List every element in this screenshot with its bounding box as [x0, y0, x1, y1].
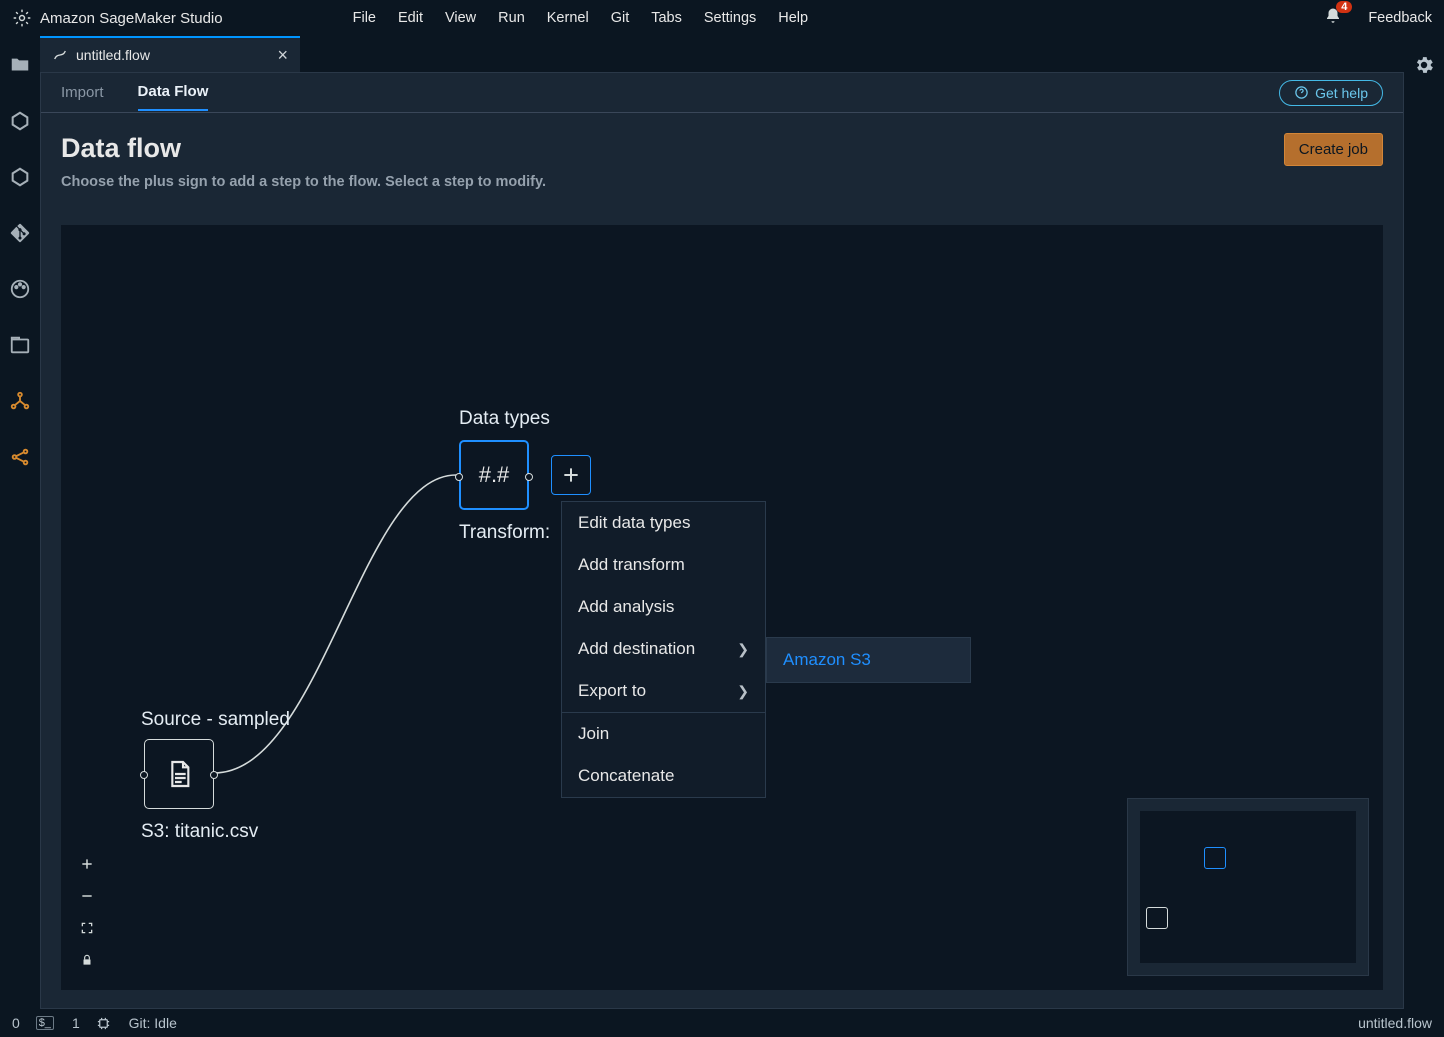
- add-step-button[interactable]: [551, 455, 591, 495]
- lock-view-button[interactable]: [73, 944, 101, 976]
- node-context-menu: Edit data types Add transform Add analys…: [561, 501, 766, 798]
- flow-file-icon: [52, 47, 68, 63]
- menu-help[interactable]: Help: [778, 10, 808, 26]
- editor-subtabs: Import Data Flow Get help: [41, 73, 1403, 113]
- menu-add-transform[interactable]: Add transform: [562, 544, 765, 586]
- aws-logo-icon: [12, 8, 32, 28]
- page-header: Data flow Choose the plus sign to add a …: [41, 113, 1403, 204]
- page-title: Data flow: [61, 133, 546, 164]
- minimap-node-datatypes: [1204, 847, 1226, 869]
- status-kernel-count-0[interactable]: 0 $_: [12, 1015, 54, 1031]
- zoom-in-button[interactable]: [73, 848, 101, 880]
- zoom-out-button[interactable]: [73, 880, 101, 912]
- node-datatypes-subtitle: Transform:: [459, 522, 550, 544]
- settings-gear-icon[interactable]: [1413, 54, 1435, 81]
- top-menubar: Amazon SageMaker Studio File Edit View R…: [0, 0, 1444, 36]
- close-tab-icon[interactable]: ×: [277, 45, 288, 66]
- menu-join[interactable]: Join: [562, 712, 765, 755]
- menu-settings[interactable]: Settings: [704, 10, 756, 26]
- cpu-icon: [96, 1016, 111, 1031]
- left-activity-bar: [0, 36, 40, 1009]
- create-job-button[interactable]: Create job: [1284, 133, 1383, 166]
- menu-add-destination[interactable]: Add destination❯: [562, 628, 765, 670]
- menu-git[interactable]: Git: [611, 10, 630, 26]
- plus-icon: [561, 465, 581, 485]
- file-tab-label: untitled.flow: [76, 47, 150, 63]
- status-git[interactable]: Git: Idle: [129, 1015, 177, 1031]
- menu-run[interactable]: Run: [498, 10, 525, 26]
- source-input-port[interactable]: [140, 771, 148, 779]
- tab-import[interactable]: Import: [61, 75, 104, 110]
- menu-file[interactable]: File: [353, 10, 376, 26]
- hexagon-icon[interactable]: [9, 110, 31, 132]
- chevron-right-icon: ❯: [737, 641, 749, 658]
- menu-kernel[interactable]: Kernel: [547, 10, 589, 26]
- node-source[interactable]: [144, 739, 214, 809]
- node-source-title: Source - sampled: [141, 709, 290, 731]
- right-activity-bar: [1404, 36, 1444, 1009]
- source-output-port[interactable]: [210, 771, 218, 779]
- menu-concatenate[interactable]: Concatenate: [562, 755, 765, 797]
- main-menu: File Edit View Run Kernel Git Tabs Setti…: [353, 10, 808, 26]
- add-destination-submenu: Amazon S3: [766, 637, 971, 683]
- file-tab-untitled-flow[interactable]: untitled.flow ×: [40, 36, 300, 72]
- app-title: Amazon SageMaker Studio: [40, 10, 223, 27]
- edge-source-to-datatypes: [61, 225, 561, 925]
- git-icon[interactable]: [9, 222, 31, 244]
- submenu-amazon-s3[interactable]: Amazon S3: [767, 638, 970, 682]
- fit-view-button[interactable]: [73, 912, 101, 944]
- datatypes-output-port[interactable]: [525, 473, 533, 481]
- node-datatypes-title: Data types: [459, 408, 550, 430]
- palette-icon[interactable]: [9, 278, 31, 300]
- flow-canvas[interactable]: Source - sampled S3: titanic.csv Data ty…: [61, 225, 1383, 990]
- status-filename: untitled.flow: [1358, 1015, 1432, 1031]
- notification-count-badge: 4: [1336, 1, 1352, 13]
- menu-add-analysis[interactable]: Add analysis: [562, 586, 765, 628]
- datatypes-input-port[interactable]: [455, 473, 463, 481]
- get-help-button[interactable]: Get help: [1279, 80, 1383, 106]
- share-orange-icon[interactable]: [9, 446, 31, 468]
- menu-view[interactable]: View: [445, 10, 476, 26]
- document-icon: [163, 758, 195, 790]
- help-icon: [1294, 85, 1309, 100]
- folder-icon[interactable]: [9, 54, 31, 76]
- menu-export-to[interactable]: Export to❯: [562, 670, 765, 712]
- file-tab-strip: untitled.flow ×: [40, 36, 1404, 72]
- status-kernel-count-1[interactable]: 1: [72, 1015, 111, 1031]
- datatypes-glyph: #.#: [479, 462, 510, 488]
- feedback-link[interactable]: Feedback: [1368, 10, 1432, 26]
- hexagon-icon-2[interactable]: [9, 166, 31, 188]
- minimap-node-source: [1146, 907, 1168, 929]
- terminal-icon: $_: [36, 1016, 54, 1030]
- menu-tabs[interactable]: Tabs: [651, 10, 682, 26]
- zoom-controls: [73, 848, 101, 976]
- status-bar: 0 $_ 1 Git: Idle untitled.flow: [0, 1009, 1444, 1037]
- page-subtitle: Choose the plus sign to add a step to th…: [61, 174, 546, 190]
- node-datatypes[interactable]: #.#: [459, 440, 529, 510]
- main-editor-panel: Import Data Flow Get help Data flow Choo…: [40, 72, 1404, 1009]
- menu-edit[interactable]: Edit: [398, 10, 423, 26]
- tab-data-flow[interactable]: Data Flow: [138, 74, 209, 111]
- graph-orange-icon[interactable]: [9, 390, 31, 412]
- minimap[interactable]: [1127, 798, 1369, 976]
- chevron-right-icon: ❯: [737, 683, 749, 700]
- node-source-subtitle: S3: titanic.csv: [141, 821, 258, 843]
- tabs-icon[interactable]: [9, 334, 31, 356]
- notifications-button[interactable]: 4: [1324, 7, 1342, 29]
- menu-edit-data-types[interactable]: Edit data types: [562, 502, 765, 544]
